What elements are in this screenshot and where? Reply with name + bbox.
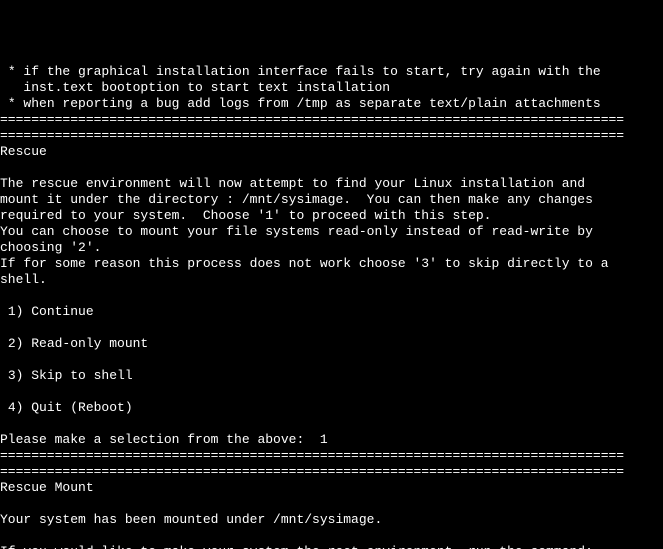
terminal[interactable]: * if the graphical installation interfac… xyxy=(0,64,663,549)
